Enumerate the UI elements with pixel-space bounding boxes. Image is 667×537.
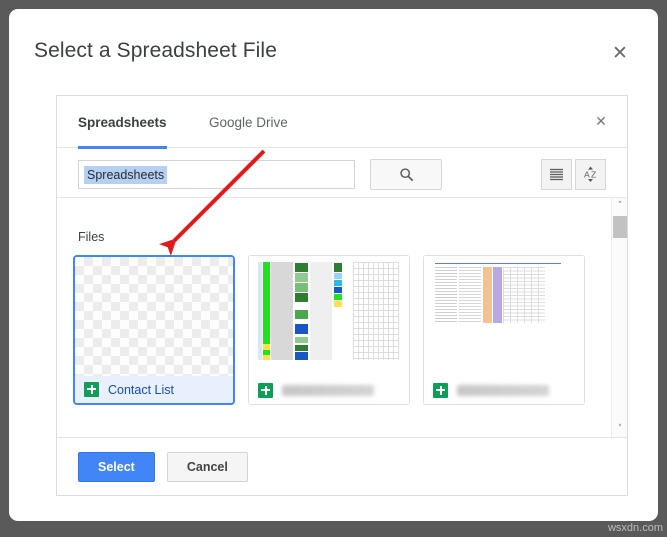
file-name-label: Contact List <box>108 383 174 397</box>
select-button[interactable]: Select <box>78 452 155 482</box>
file-thumbnail <box>75 257 233 376</box>
tab-google-drive[interactable]: Google Drive <box>209 96 288 148</box>
file-card-grid: Contact List <box>73 255 605 405</box>
scroll-down-icon[interactable]: ˅ <box>612 421 627 437</box>
mini-spreadsheet-preview <box>258 262 403 371</box>
file-picker-panel: Spreadsheets Google Drive ✕ Spreadsheets <box>56 95 628 496</box>
svg-text:Z: Z <box>591 170 596 180</box>
file-card-2[interactable] <box>248 255 410 405</box>
dialog-header: Select a Spreadsheet File ✕ <box>9 9 658 72</box>
file-card-contact-list[interactable]: Contact List <box>73 255 235 405</box>
watermark: wsxdn.com <box>608 522 663 534</box>
tab-spreadsheets[interactable]: Spreadsheets <box>78 96 167 148</box>
close-icon[interactable]: ✕ <box>609 42 631 64</box>
dialog-action-bar: Select Cancel <box>57 437 627 495</box>
picker-close-icon[interactable]: ✕ <box>593 114 609 130</box>
view-toggle-group: A Z <box>541 159 606 190</box>
files-scrollbar[interactable]: ˄ ˅ <box>611 198 627 437</box>
picker-tab-bar: Spreadsheets Google Drive ✕ <box>57 96 627 148</box>
scrollbar-thumb[interactable] <box>613 216 627 238</box>
transparent-checker-pattern <box>75 257 233 376</box>
search-button[interactable] <box>370 159 442 190</box>
search-input-value: Spreadsheets <box>84 166 167 184</box>
google-sheets-icon <box>258 383 273 398</box>
search-icon <box>399 167 414 182</box>
list-view-icon <box>549 168 564 181</box>
cancel-button[interactable]: Cancel <box>167 452 248 482</box>
file-name-label <box>282 385 374 396</box>
sort-az-icon: A Z <box>581 165 600 184</box>
file-thumbnail <box>249 256 409 377</box>
file-card-3[interactable] <box>423 255 585 405</box>
google-sheets-icon <box>433 383 448 398</box>
file-card-footer <box>424 377 584 404</box>
sort-az-button[interactable]: A Z <box>575 159 606 190</box>
file-card-footer: Contact List <box>75 376 233 403</box>
search-toolbar: Spreadsheets <box>57 148 627 198</box>
files-section-label: Files <box>78 230 104 244</box>
files-area: Files Contact List <box>57 198 627 437</box>
file-name-label <box>457 385 549 396</box>
scroll-up-icon[interactable]: ˄ <box>612 198 627 214</box>
search-input[interactable]: Spreadsheets <box>78 160 355 189</box>
file-card-footer <box>249 377 409 404</box>
list-view-button[interactable] <box>541 159 572 190</box>
svg-text:A: A <box>584 170 590 180</box>
file-thumbnail <box>424 256 584 377</box>
google-sheets-icon <box>84 382 99 397</box>
page-title: Select a Spreadsheet File <box>34 39 277 63</box>
mini-spreadsheet-preview <box>433 262 578 371</box>
select-spreadsheet-dialog: Select a Spreadsheet File ✕ Spreadsheets… <box>9 9 658 521</box>
